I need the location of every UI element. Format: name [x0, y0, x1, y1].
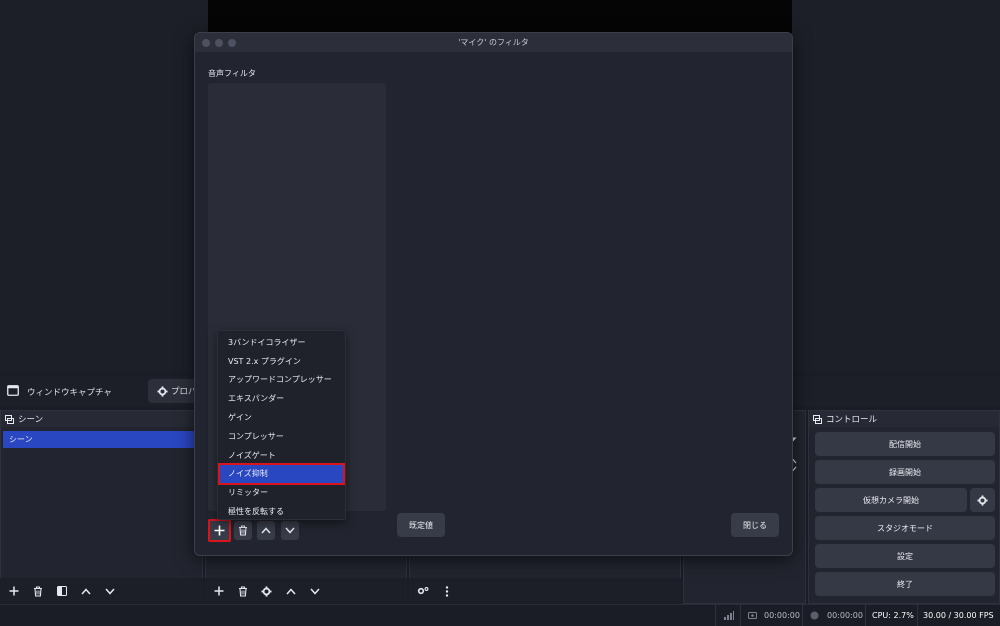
status-divider [715, 605, 716, 626]
properties-button[interactable]: プロパ [148, 379, 198, 403]
status-divider [917, 605, 918, 626]
menu-item-vst-plugin[interactable]: VST 2.x プラグイン [218, 352, 345, 371]
virtual-camera-settings-button[interactable] [970, 488, 995, 512]
audio-menu-button[interactable] [438, 583, 455, 600]
stream-status-icon [748, 605, 757, 626]
menu-item-gain[interactable]: ゲイン [218, 408, 345, 427]
window-close-icon[interactable] [202, 39, 210, 47]
menu-item-noise-suppression[interactable]: ノイズ抑制 [218, 462, 345, 486]
scenes-dock-toolbar [0, 578, 203, 604]
gear-icon [977, 494, 988, 506]
remove-source-button[interactable] [234, 583, 251, 600]
status-divider [865, 605, 866, 626]
add-filter-button[interactable] [208, 519, 231, 542]
preview-margin-left [0, 0, 208, 372]
add-filter-menu: 3バンドイコライザー VST 2.x プラグイン アップワードコンプレッサー エ… [217, 330, 346, 520]
status-divider [740, 605, 741, 626]
scenes-dock: シーン シーン [0, 410, 203, 604]
gear-icon [157, 385, 168, 397]
record-time: 00:00:00 [827, 611, 863, 620]
audio-filters-label: 音声フィルタ [208, 69, 256, 78]
scenes-icon [5, 414, 14, 424]
studio-mode-button[interactable]: スタジオモード [815, 516, 995, 540]
advanced-audio-settings-button[interactable] [414, 583, 431, 600]
close-button[interactable]: 閉じる [731, 513, 779, 537]
source-properties-button[interactable] [258, 583, 275, 600]
record-status-icon [810, 605, 819, 626]
dialog-title: 'マイク' のフィルタ [458, 38, 529, 47]
menu-item-limiter[interactable]: リミッター [218, 483, 345, 502]
controls-icon [813, 414, 822, 424]
start-recording-button[interactable]: 録画開始 [815, 460, 995, 484]
controls-title: コントロール [826, 415, 878, 425]
remove-filter-button[interactable] [234, 521, 252, 540]
window-capture-icon [7, 385, 19, 396]
window-minimize-icon[interactable] [215, 39, 223, 47]
move-scene-down-button[interactable] [101, 583, 118, 600]
scenes-title: シーン [18, 415, 44, 425]
menu-item-compressor[interactable]: コンプレッサー [218, 427, 345, 446]
controls-dock-title: コントロール [809, 411, 999, 427]
trash-icon [238, 525, 248, 536]
cpu-usage: CPU: 2.7% [872, 611, 914, 620]
fps-readout: 30.00 / 30.00 FPS [923, 611, 994, 620]
start-streaming-button[interactable]: 配信開始 [815, 432, 995, 456]
move-source-up-button[interactable] [282, 583, 299, 600]
chevron-up-icon [261, 527, 271, 534]
scenes-dock-title: シーン [1, 411, 202, 427]
add-scene-button[interactable] [5, 583, 22, 600]
move-scene-up-button[interactable] [77, 583, 94, 600]
menu-item-invert-polarity[interactable]: 極性を反転する [218, 502, 345, 521]
menu-item-3band-equalizer[interactable]: 3バンドイコライザー [218, 333, 345, 352]
move-filter-down-button[interactable] [281, 521, 299, 540]
start-virtual-camera-button[interactable]: 仮想カメラ開始 [815, 488, 967, 512]
network-signal-icon [724, 605, 734, 626]
chevron-down-icon [285, 527, 295, 534]
remove-scene-button[interactable] [29, 583, 46, 600]
menu-item-upward-compressor[interactable]: アップワードコンプレッサー [218, 371, 345, 390]
plus-icon [214, 525, 225, 536]
dialog-titlebar: 'マイク' のフィルタ [195, 33, 792, 52]
status-bar: 00:00:00 00:00:00 CPU: 2.7% 30.00 / 30.0… [0, 604, 1000, 626]
scene-item[interactable]: シーン [3, 431, 200, 448]
exit-button[interactable]: 終了 [815, 572, 995, 596]
scene-filters-button[interactable] [53, 583, 70, 600]
properties-label: プロパ [171, 387, 197, 397]
preview-margin-right [792, 0, 1000, 372]
source-name: ウィンドウキャプチャ [27, 388, 112, 398]
settings-button[interactable]: 設定 [815, 544, 995, 568]
status-divider [802, 605, 803, 626]
stream-time: 00:00:00 [764, 611, 800, 620]
move-source-down-button[interactable] [306, 583, 323, 600]
window-zoom-icon[interactable] [228, 39, 236, 47]
defaults-button[interactable]: 既定値 [397, 513, 445, 537]
menu-item-noise-gate[interactable]: ノイズゲート [218, 446, 345, 465]
audio-mixer-toolbar [409, 578, 681, 604]
add-source-button[interactable] [210, 583, 227, 600]
menu-item-expander[interactable]: エキスパンダー [218, 389, 345, 408]
move-filter-up-button[interactable] [257, 521, 275, 540]
sources-dock-toolbar [205, 578, 407, 604]
